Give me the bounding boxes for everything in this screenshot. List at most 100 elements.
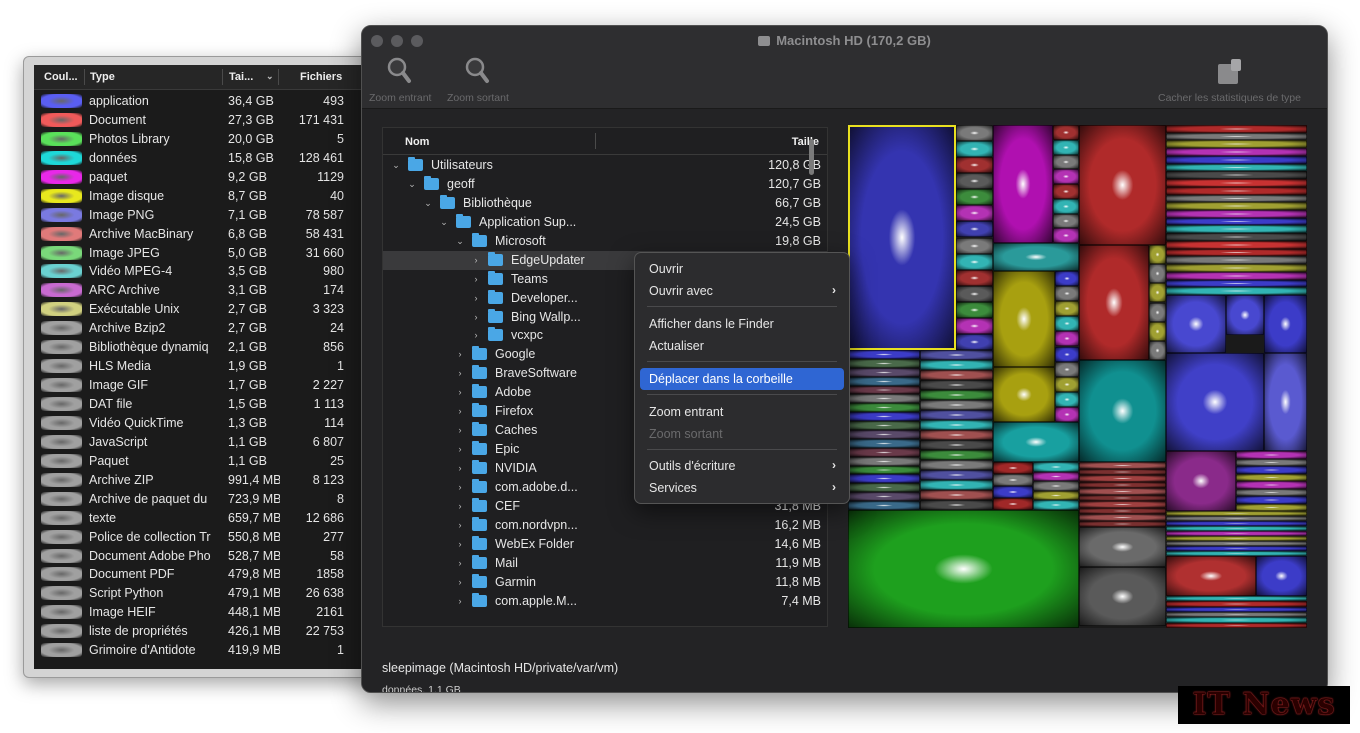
type-stats-row[interactable]: Document PDF 479,8 MB 1858 <box>34 565 370 584</box>
treemap-cell[interactable] <box>920 360 993 370</box>
treemap-cell[interactable] <box>848 421 920 430</box>
treemap-cell[interactable] <box>848 465 920 475</box>
treemap-cell[interactable] <box>848 474 920 484</box>
zoom-in-button[interactable]: Zoom entrant <box>369 56 431 104</box>
treemap-cell[interactable] <box>1166 287 1307 295</box>
treemap-cell[interactable] <box>993 486 1033 498</box>
type-stats-row[interactable]: Archive Bzip2 2,7 GB 24 <box>34 319 370 338</box>
chevron-down-icon[interactable]: ⌄ <box>391 160 401 170</box>
menu-item-writing-tools[interactable]: Outils d'écriture › <box>640 455 844 477</box>
folder-row[interactable]: ⌄ Bibliothèque 66,7 GB <box>383 194 827 213</box>
treemap-cell[interactable] <box>1055 361 1079 377</box>
chevron-right-icon[interactable]: › <box>455 425 465 435</box>
treemap-cell[interactable] <box>1055 271 1079 287</box>
treemap-cell[interactable] <box>1166 256 1307 265</box>
treemap-cell[interactable] <box>920 350 993 360</box>
treemap-cell[interactable] <box>1166 179 1307 187</box>
type-stats-row[interactable]: paquet 9,2 GB 1129 <box>34 168 370 187</box>
type-stats-row[interactable]: Image PNG 7,1 GB 78 587 <box>34 206 370 225</box>
treemap-cell[interactable] <box>848 456 920 466</box>
treemap-cell[interactable] <box>1166 194 1307 203</box>
type-stats-row[interactable]: JavaScript 1,1 GB 6 807 <box>34 433 370 452</box>
treemap-cell[interactable] <box>993 367 1055 422</box>
zoom-out-button[interactable]: Zoom sortant <box>447 56 509 104</box>
treemap-cell[interactable] <box>920 380 993 390</box>
treemap-cell[interactable] <box>1079 567 1166 626</box>
treemap-cell[interactable] <box>1166 148 1307 156</box>
chevron-right-icon[interactable]: › <box>455 444 465 454</box>
treemap-cell[interactable] <box>848 510 1079 628</box>
treemap-cell[interactable] <box>848 350 920 359</box>
treemap-cell[interactable] <box>1236 466 1307 474</box>
treemap-cell[interactable] <box>1053 213 1079 229</box>
chevron-right-icon[interactable]: › <box>455 368 465 378</box>
treemap-cell[interactable] <box>848 394 920 404</box>
treemap-cell[interactable] <box>1033 481 1079 491</box>
treemap-cell[interactable] <box>1053 125 1079 140</box>
treemap-cell[interactable] <box>1033 462 1079 472</box>
column-name[interactable]: Nom <box>405 136 429 148</box>
chevron-down-icon[interactable]: ⌄ <box>455 236 465 246</box>
treemap-cell[interactable] <box>848 403 920 413</box>
type-stats-row[interactable]: Archive de paquet du 723,9 MB 8 <box>34 490 370 509</box>
type-stats-row[interactable]: Image GIF 1,7 GB 2 227 <box>34 376 370 395</box>
treemap-cell[interactable] <box>956 301 993 318</box>
treemap-cell[interactable] <box>1033 490 1079 501</box>
folder-row[interactable]: › Mail 11,9 MB <box>383 554 827 573</box>
menu-item-move-to-trash[interactable]: Déplacer dans la corbeille <box>640 368 844 390</box>
treemap-cell[interactable] <box>993 422 1079 462</box>
type-stats-row[interactable]: données 15,8 GB 128 461 <box>34 149 370 168</box>
treemap-cell[interactable] <box>920 480 993 490</box>
treemap-cell[interactable] <box>1166 451 1236 511</box>
folder-row[interactable]: ⌄ geoff 120,7 GB <box>383 175 827 194</box>
type-stats-row[interactable]: Document Adobe Pho 528,7 MB 58 <box>34 547 370 566</box>
treemap-cell[interactable] <box>1226 295 1264 335</box>
treemap-cell[interactable] <box>1236 503 1307 511</box>
treemap-cell[interactable] <box>920 370 993 380</box>
menu-item-zoom-in[interactable]: Zoom entrant <box>640 401 844 423</box>
chevron-right-icon[interactable]: › <box>455 406 465 416</box>
type-stats-row[interactable]: Archive MacBinary 6,8 GB 58 431 <box>34 225 370 244</box>
chevron-down-icon[interactable]: ⌄ <box>439 217 449 227</box>
type-stats-row[interactable]: Exécutable Unix 2,7 GB 3 323 <box>34 300 370 319</box>
column-files[interactable]: Fichiers <box>300 71 342 83</box>
folder-row[interactable]: ⌄ Application Sup... 24,5 GB <box>383 213 827 232</box>
treemap-cell[interactable] <box>1053 184 1079 199</box>
treemap-cell[interactable] <box>1166 217 1307 226</box>
treemap-cell[interactable] <box>956 173 993 190</box>
treemap-cell[interactable] <box>993 462 1033 474</box>
treemap-cell[interactable] <box>956 269 993 286</box>
treemap-cell[interactable] <box>1055 406 1079 422</box>
chevron-right-icon[interactable]: › <box>455 482 465 492</box>
treemap-cell[interactable] <box>1166 132 1307 141</box>
chevron-right-icon[interactable]: › <box>471 312 481 322</box>
folder-row[interactable]: › WebEx Folder 14,6 MB <box>383 535 827 554</box>
treemap-cell[interactable] <box>920 420 993 430</box>
chevron-right-icon[interactable]: › <box>455 387 465 397</box>
treemap-cell[interactable] <box>1055 391 1079 407</box>
type-stats-row[interactable]: Document 27,3 GB 171 431 <box>34 111 370 130</box>
treemap-cell[interactable] <box>1166 279 1307 288</box>
treemap-cell[interactable] <box>920 450 993 460</box>
type-stats-row[interactable]: Vidéo MPEG-4 3,5 GB 980 <box>34 262 370 281</box>
treemap-cell[interactable] <box>1166 248 1307 257</box>
treemap-cell[interactable] <box>956 317 993 334</box>
type-stats-row[interactable]: Script Python 479,1 MB 26 638 <box>34 584 370 603</box>
treemap-cell[interactable] <box>1166 210 1307 218</box>
treemap-cell[interactable] <box>848 492 920 502</box>
type-stats-row[interactable]: liste de propriétés 426,1 MB 22 753 <box>34 622 370 641</box>
type-stats-row[interactable]: Grimoire d'Antidote 419,9 MB 1 <box>34 641 370 660</box>
chevron-right-icon[interactable]: › <box>455 558 465 568</box>
treemap-cell[interactable] <box>1055 331 1079 347</box>
treemap-cell[interactable] <box>956 237 993 254</box>
treemap-cell[interactable] <box>956 125 993 142</box>
treemap-cell[interactable] <box>1053 228 1079 243</box>
type-stats-row[interactable]: texte 659,7 MB 12 686 <box>34 509 370 528</box>
chevron-right-icon[interactable]: › <box>471 293 481 303</box>
chevron-down-icon[interactable]: ⌄ <box>407 179 417 189</box>
treemap-cell[interactable] <box>1166 622 1307 628</box>
treemap-cell[interactable] <box>1166 233 1307 241</box>
treemap-cell[interactable] <box>956 285 993 302</box>
treemap-cell[interactable] <box>848 501 920 510</box>
treemap-cell[interactable] <box>920 460 993 470</box>
